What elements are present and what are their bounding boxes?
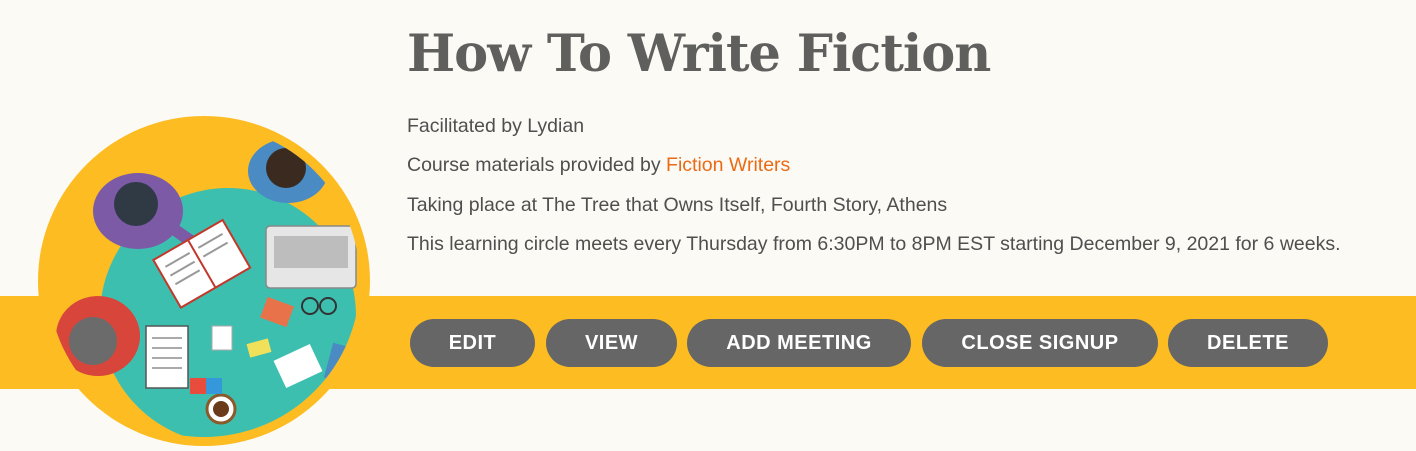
view-button[interactable]: VIEW [546, 319, 677, 367]
course-image [38, 116, 370, 446]
people-around-table-illustration [48, 125, 360, 437]
course-materials-link[interactable]: Fiction Writers [666, 154, 790, 176]
schedule-text: This learning circle meets every Thursda… [407, 233, 1341, 255]
close-signup-button[interactable]: CLOSE SIGNUP [922, 319, 1158, 367]
course-materials-prefix: Course materials provided by [407, 154, 667, 176]
edit-button[interactable]: EDIT [410, 319, 535, 367]
location-text: Taking place at The Tree that Owns Itsel… [407, 194, 948, 216]
course-materials-text: Course materials provided by Fiction Wri… [407, 153, 790, 177]
course-title: How To Write Fiction [407, 24, 991, 84]
facilitator-text: Facilitated by Lydian [407, 115, 585, 137]
delete-button[interactable]: DELETE [1168, 319, 1328, 367]
add-meeting-button[interactable]: ADD MEETING [687, 319, 911, 367]
